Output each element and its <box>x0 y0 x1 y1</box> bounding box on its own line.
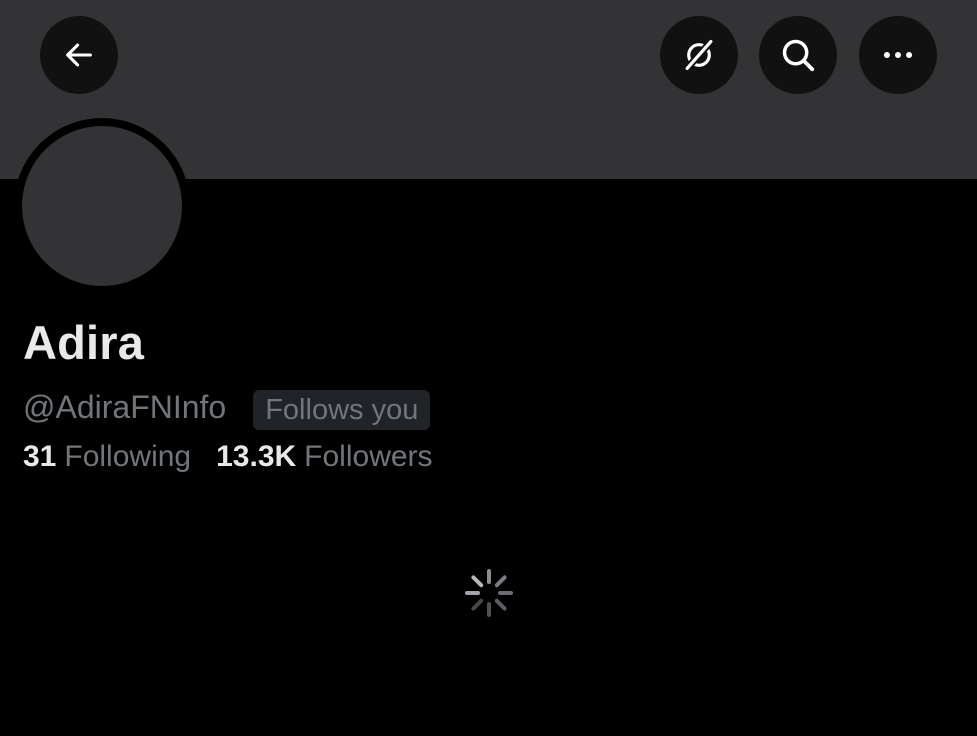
back-button[interactable] <box>40 16 118 94</box>
following-count: 31 <box>23 440 57 473</box>
search-button[interactable] <box>759 16 837 94</box>
more-button[interactable] <box>859 16 937 94</box>
arrow-left-icon <box>66 43 92 67</box>
follows-you-badge: Follows you <box>253 390 431 430</box>
mute-button[interactable] <box>660 16 738 94</box>
follow-stats: 31 Following 13.3K Followers <box>23 436 433 478</box>
avatar[interactable] <box>22 126 182 286</box>
followers-label: Followers <box>304 440 433 473</box>
search-icon <box>782 39 815 72</box>
followers-count: 13.3K <box>216 440 297 473</box>
avatar-frame <box>14 118 190 294</box>
notifications-off-icon <box>682 37 716 73</box>
profile-handle: @AdiraFNInfo <box>23 389 227 425</box>
profile-display-name: Adira <box>23 316 145 369</box>
following-link[interactable]: 31 Following <box>23 436 191 478</box>
followers-link[interactable]: 13.3K Followers <box>216 436 432 478</box>
handle-row: @AdiraFNInfo Follows you <box>23 384 431 430</box>
more-horizontal-icon <box>883 51 913 59</box>
following-label: Following <box>64 440 192 473</box>
profile-page: Adira @AdiraFNInfo Follows you 31 Follow… <box>0 0 977 736</box>
loading-spinner-icon <box>465 569 513 617</box>
